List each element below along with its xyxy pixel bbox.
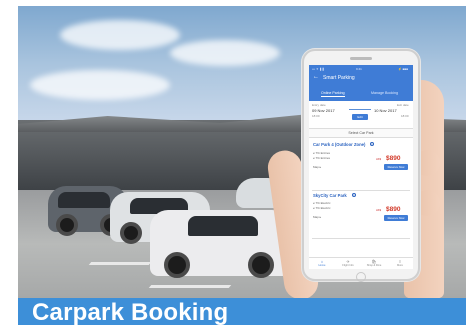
promo-image: ••• ✈ ❚❚ 9:41 ⚡ ■■■ ← Smart Parking Onli… <box>0 0 472 325</box>
nav-label: Home <box>318 264 326 267</box>
status-battery: ⚡ ■■■ <box>398 67 409 71</box>
nav-flight-info[interactable]: ✈ Flight Info <box>335 259 361 267</box>
title-banner: Carpark Booking <box>18 298 466 325</box>
status-carrier: ••• ✈ ❚❚ <box>312 67 325 71</box>
carpark-name: SkyCity Car Park <box>313 193 347 198</box>
price: $890 <box>386 206 401 213</box>
phone-home-button <box>356 272 366 282</box>
bottom-nav: ⌂ Home ✈ Flight Info 🛍 Shop & Dine ≡ Mor… <box>309 257 413 269</box>
nav-label: Flight Info <box>342 264 354 267</box>
exit-time[interactable]: 18:00 <box>401 114 409 118</box>
carpark-feature: ≥ 7% Entries <box>313 156 330 160</box>
phone-mockup: ••• ✈ ❚❚ 9:41 ⚡ ■■■ ← Smart Parking Onli… <box>302 49 420 282</box>
cloud <box>60 20 180 50</box>
arrow-left-icon[interactable]: ← <box>313 74 319 80</box>
nav-label: Shop & Dine <box>366 264 382 267</box>
cloud <box>30 70 170 100</box>
status-bar: ••• ✈ ❚❚ 9:41 ⚡ ■■■ <box>312 67 408 71</box>
status-time: 9:41 <box>356 67 362 71</box>
car-white-front <box>150 210 290 278</box>
info-icon[interactable]: i <box>352 193 356 197</box>
banner-title: Carpark Booking <box>32 299 229 325</box>
nav-shop-dine[interactable]: 🛍 Shop & Dine <box>361 259 387 267</box>
cloud <box>170 40 280 66</box>
map-link[interactable]: Map ▸ <box>313 215 321 219</box>
price: $890 <box>386 155 401 162</box>
date-range-arrow <box>349 109 371 110</box>
app-screen: ••• ✈ ❚❚ 9:41 ⚡ ■■■ ← Smart Parking Onli… <box>309 65 413 269</box>
entry-date[interactable]: 09 Nov 2017 <box>312 108 335 113</box>
select-car-park-label: Select Car Park <box>309 128 413 138</box>
entry-label: Entry date <box>312 103 326 107</box>
nav-label: More <box>397 264 403 267</box>
phone-speaker <box>350 57 372 60</box>
entry-time[interactable]: 18:00 <box>312 114 320 118</box>
reserve-now-button[interactable]: Reserve Now <box>384 215 408 221</box>
carpark-feature: ≥ 7% Electric <box>313 201 331 205</box>
price-currency: HK$ <box>376 158 382 161</box>
tab-manage-booking[interactable]: Manage Booking <box>371 91 398 95</box>
nav-home[interactable]: ⌂ Home <box>309 259 335 267</box>
price-currency: HK$ <box>376 209 382 212</box>
page-title: Smart Parking <box>323 75 355 81</box>
map-link[interactable]: Map ▸ <box>313 165 321 169</box>
carpark-feature: ≥ 7% Entries <box>313 151 330 155</box>
carpark-card[interactable]: Car Park 4 (Outdoor Zone) i ≥ 7% Entries… <box>312 141 410 191</box>
parking-line <box>88 262 152 265</box>
edit-button[interactable]: Edit <box>352 114 368 120</box>
exit-date[interactable]: 10 Nov 2017 <box>374 108 397 113</box>
info-icon[interactable]: i <box>370 142 374 146</box>
app-header: ••• ✈ ❚❚ 9:41 ⚡ ■■■ ← Smart Parking Onli… <box>309 65 413 101</box>
nav-more[interactable]: ≡ More <box>387 259 413 267</box>
exit-label: Exit date <box>397 103 409 107</box>
carpark-card[interactable]: SkyCity Car Park i ≥ 7% Electric ≥ 7% El… <box>312 191 410 239</box>
tab-online-parking[interactable]: Online Parking <box>321 91 345 97</box>
parking-line <box>148 285 232 288</box>
reserve-now-button[interactable]: Reserve Now <box>384 164 408 170</box>
carpark-feature: ≥ 7% Electric <box>313 206 331 210</box>
carpark-name: Car Park 4 (Outdoor Zone) <box>313 142 366 147</box>
